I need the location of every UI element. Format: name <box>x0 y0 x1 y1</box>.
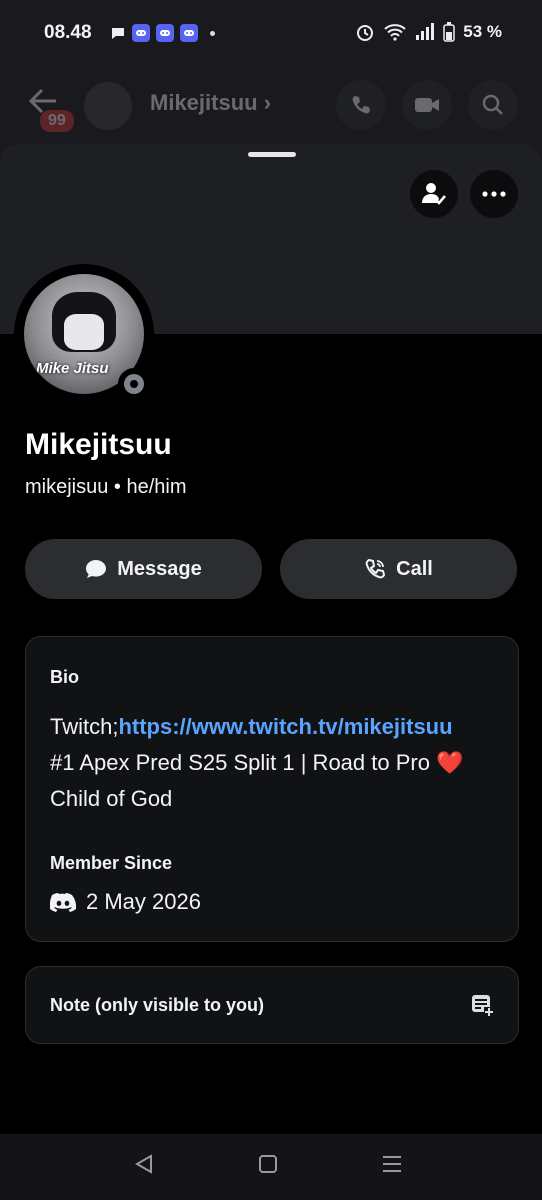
battery-percent: 53 % <box>463 22 502 41</box>
bio-title: Bio <box>50 667 79 687</box>
status-time: 08.48 <box>44 22 92 43</box>
more-options-button[interactable] <box>470 170 518 218</box>
profile-sheet: Mike Jitsu Mikejitsuu mikejisuu • he/him… <box>0 144 542 1134</box>
bio-line-1: Twitch;https://www.twitch.tv/mikejitsuu <box>50 714 453 739</box>
nav-home-icon[interactable] <box>258 1154 278 1174</box>
member-since-date: 2 May 2026 <box>86 889 201 914</box>
discord-icon <box>180 24 198 42</box>
call-icon <box>352 96 370 114</box>
wifi-icon <box>384 24 406 41</box>
username-pronouns: mikejisuu • he/him <box>25 476 187 498</box>
call-icon <box>365 558 386 579</box>
more-notifications-dot <box>210 30 215 36</box>
message-bubble-icon <box>86 560 107 578</box>
battery-icon <box>443 22 455 42</box>
unread-badge: 99 <box>40 110 74 132</box>
sheet-drag-handle[interactable] <box>248 152 296 157</box>
message-button[interactable]: Message <box>25 539 262 599</box>
message-button-label: Message <box>117 557 202 580</box>
header-search-button[interactable] <box>468 80 518 130</box>
note-label: Note (only visible to you) <box>50 995 265 1015</box>
nav-recents-icon[interactable] <box>382 1154 402 1174</box>
nav-back-icon[interactable] <box>134 1154 154 1174</box>
chat-bubble-icon <box>112 28 124 39</box>
bio-card: Bio Twitch;https://www.twitch.tv/mikejit… <box>25 636 519 942</box>
profile-avatar-frame[interactable]: Mike Jitsu <box>14 264 154 404</box>
member-since-title: Member Since <box>50 853 173 873</box>
avatar-face-shape <box>64 314 104 350</box>
video-icon <box>415 98 439 112</box>
bio-line-3: Child of God <box>50 786 173 811</box>
discord-icon <box>132 24 150 42</box>
signal-icon <box>416 23 435 40</box>
note-card[interactable]: Note (only visible to you) <box>25 966 519 1044</box>
member-since-row: 2 May 2026 <box>50 889 201 915</box>
discord-icon <box>156 24 174 42</box>
system-icons: 53 % <box>355 22 502 42</box>
avatar-caption: Mike Jitsu <box>36 360 109 377</box>
more-dots-icon <box>482 191 506 197</box>
add-note-icon[interactable] <box>470 993 494 1017</box>
header-video-button[interactable] <box>402 80 452 130</box>
twitch-link[interactable]: https://www.twitch.tv/mikejitsuu <box>118 714 452 739</box>
header-avatar[interactable] <box>84 82 132 130</box>
bio-line-2: #1 Apex Pred S25 Split 1 | Road to Pro ❤… <box>50 750 464 775</box>
bio-text: Twitch;https://www.twitch.tv/mikejitsuu … <box>50 709 463 817</box>
header-call-button[interactable] <box>336 80 386 130</box>
notification-icons <box>110 24 215 42</box>
display-name: Mikejitsuu <box>25 428 172 461</box>
offline-status-indicator <box>118 368 150 400</box>
friend-added-icon <box>422 183 446 205</box>
call-button-label: Call <box>396 557 433 580</box>
search-icon <box>482 94 503 115</box>
friend-status-button[interactable] <box>410 170 458 218</box>
discord-icon <box>50 893 76 912</box>
header-name[interactable]: Mikejitsuu › <box>150 90 271 116</box>
system-navigation-bar <box>0 1134 542 1200</box>
status-bar: 08.48 53 % <box>0 0 542 68</box>
call-button[interactable]: Call <box>280 539 517 599</box>
alarm-icon <box>357 25 374 41</box>
